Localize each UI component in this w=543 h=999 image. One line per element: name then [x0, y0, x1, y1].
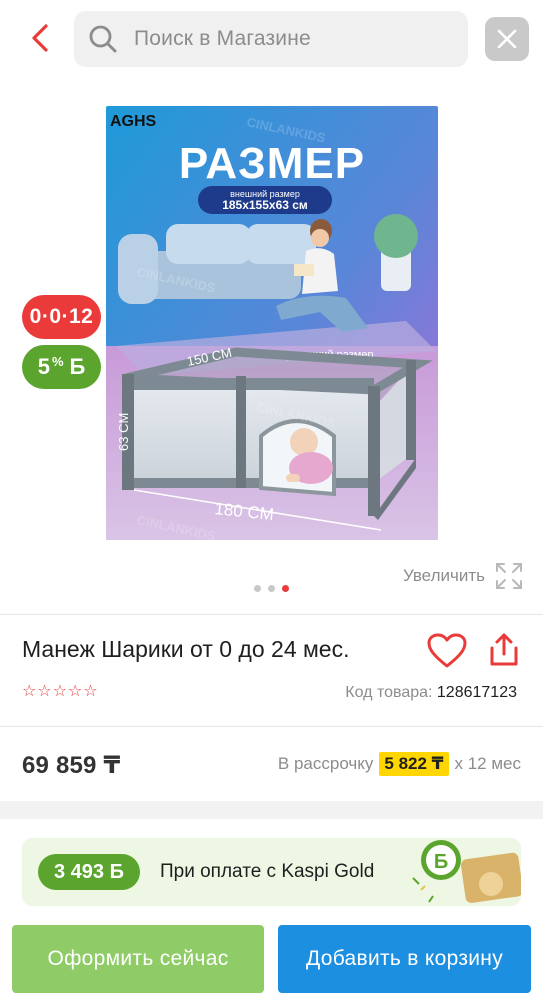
favorite-button[interactable]: [427, 633, 467, 669]
outer-size-value: 185х155х63 см: [222, 198, 308, 212]
installment-amount: 5 822 ₸: [379, 752, 449, 776]
close-icon: [497, 29, 517, 49]
promo-bonus-pill: 3 493 Б: [38, 854, 140, 890]
gallery-dot[interactable]: [254, 585, 261, 592]
expand-icon: [496, 563, 522, 589]
checkout-now-button[interactable]: Оформить сейчас: [12, 925, 264, 993]
bonus-currency: Б: [69, 354, 86, 379]
installment-info[interactable]: В рассрочку 5 822 ₸ х 12 мес: [278, 752, 521, 776]
dim-height: 63 CM: [116, 413, 131, 451]
product-title: Манеж Шарики от 0 до 24 мес.: [22, 636, 350, 662]
star-outline-icon: ☆: [22, 683, 37, 700]
sku-value: 128617123: [436, 684, 517, 701]
brand-label: AGHS: [110, 113, 157, 130]
search-placeholder: Поиск в Магазине: [134, 27, 311, 50]
star-outline-icon: ☆: [68, 683, 83, 700]
top-bar: Поиск в Магазине: [0, 0, 543, 80]
kaspi-gold-card-icon: Б: [412, 840, 521, 903]
gallery-pagination[interactable]: [254, 585, 289, 592]
divider: [0, 614, 543, 615]
close-button[interactable]: [485, 17, 529, 61]
back-button[interactable]: [22, 18, 58, 58]
section-separator: [0, 801, 543, 819]
product-image[interactable]: AGHS РАЗМЕР внешний размер 185х155х63 см…: [106, 106, 438, 540]
installment-label: В рассрочку: [277, 754, 374, 773]
promo-text: При оплате с Kaspi Gold: [160, 861, 375, 882]
star-outline-icon: ☆: [37, 683, 52, 700]
share-icon: [490, 633, 518, 666]
divider: [0, 726, 543, 727]
price: 69 859 ₸: [22, 752, 121, 779]
search-icon: [88, 24, 118, 54]
installment-badge: 0·0·12: [22, 295, 101, 339]
size-headline: РАЗМЕР: [179, 139, 365, 188]
zoom-button[interactable]: Увеличить: [403, 562, 523, 590]
heart-icon: [427, 633, 467, 668]
bonus-badge: 5% Б: [22, 345, 101, 389]
kaspi-gold-promo[interactable]: 3 493 Б При оплате с Kaspi Gold Б: [22, 838, 521, 906]
kaspi-bonus-symbol: Б: [434, 851, 448, 873]
share-button[interactable]: [487, 632, 521, 668]
star-outline-icon: ☆: [83, 683, 98, 700]
sku-label: Код товара:: [345, 684, 433, 701]
bonus-percent-sign: %: [51, 353, 64, 369]
search-input[interactable]: Поиск в Магазине: [74, 11, 468, 67]
chevron-left-icon: [32, 24, 48, 52]
bonus-percent: 5: [37, 354, 50, 379]
installment-months: х 12 мес: [454, 754, 522, 773]
gallery-dot-active[interactable]: [282, 585, 289, 592]
add-to-cart-button[interactable]: Добавить в корзину: [278, 925, 531, 993]
rating-stars[interactable]: ☆ ☆ ☆ ☆ ☆: [22, 684, 98, 700]
gallery-dot[interactable]: [268, 585, 275, 592]
star-outline-icon: ☆: [52, 683, 68, 700]
sku: Код товара: 128617123: [345, 684, 517, 702]
zoom-label: Увеличить: [403, 566, 485, 585]
